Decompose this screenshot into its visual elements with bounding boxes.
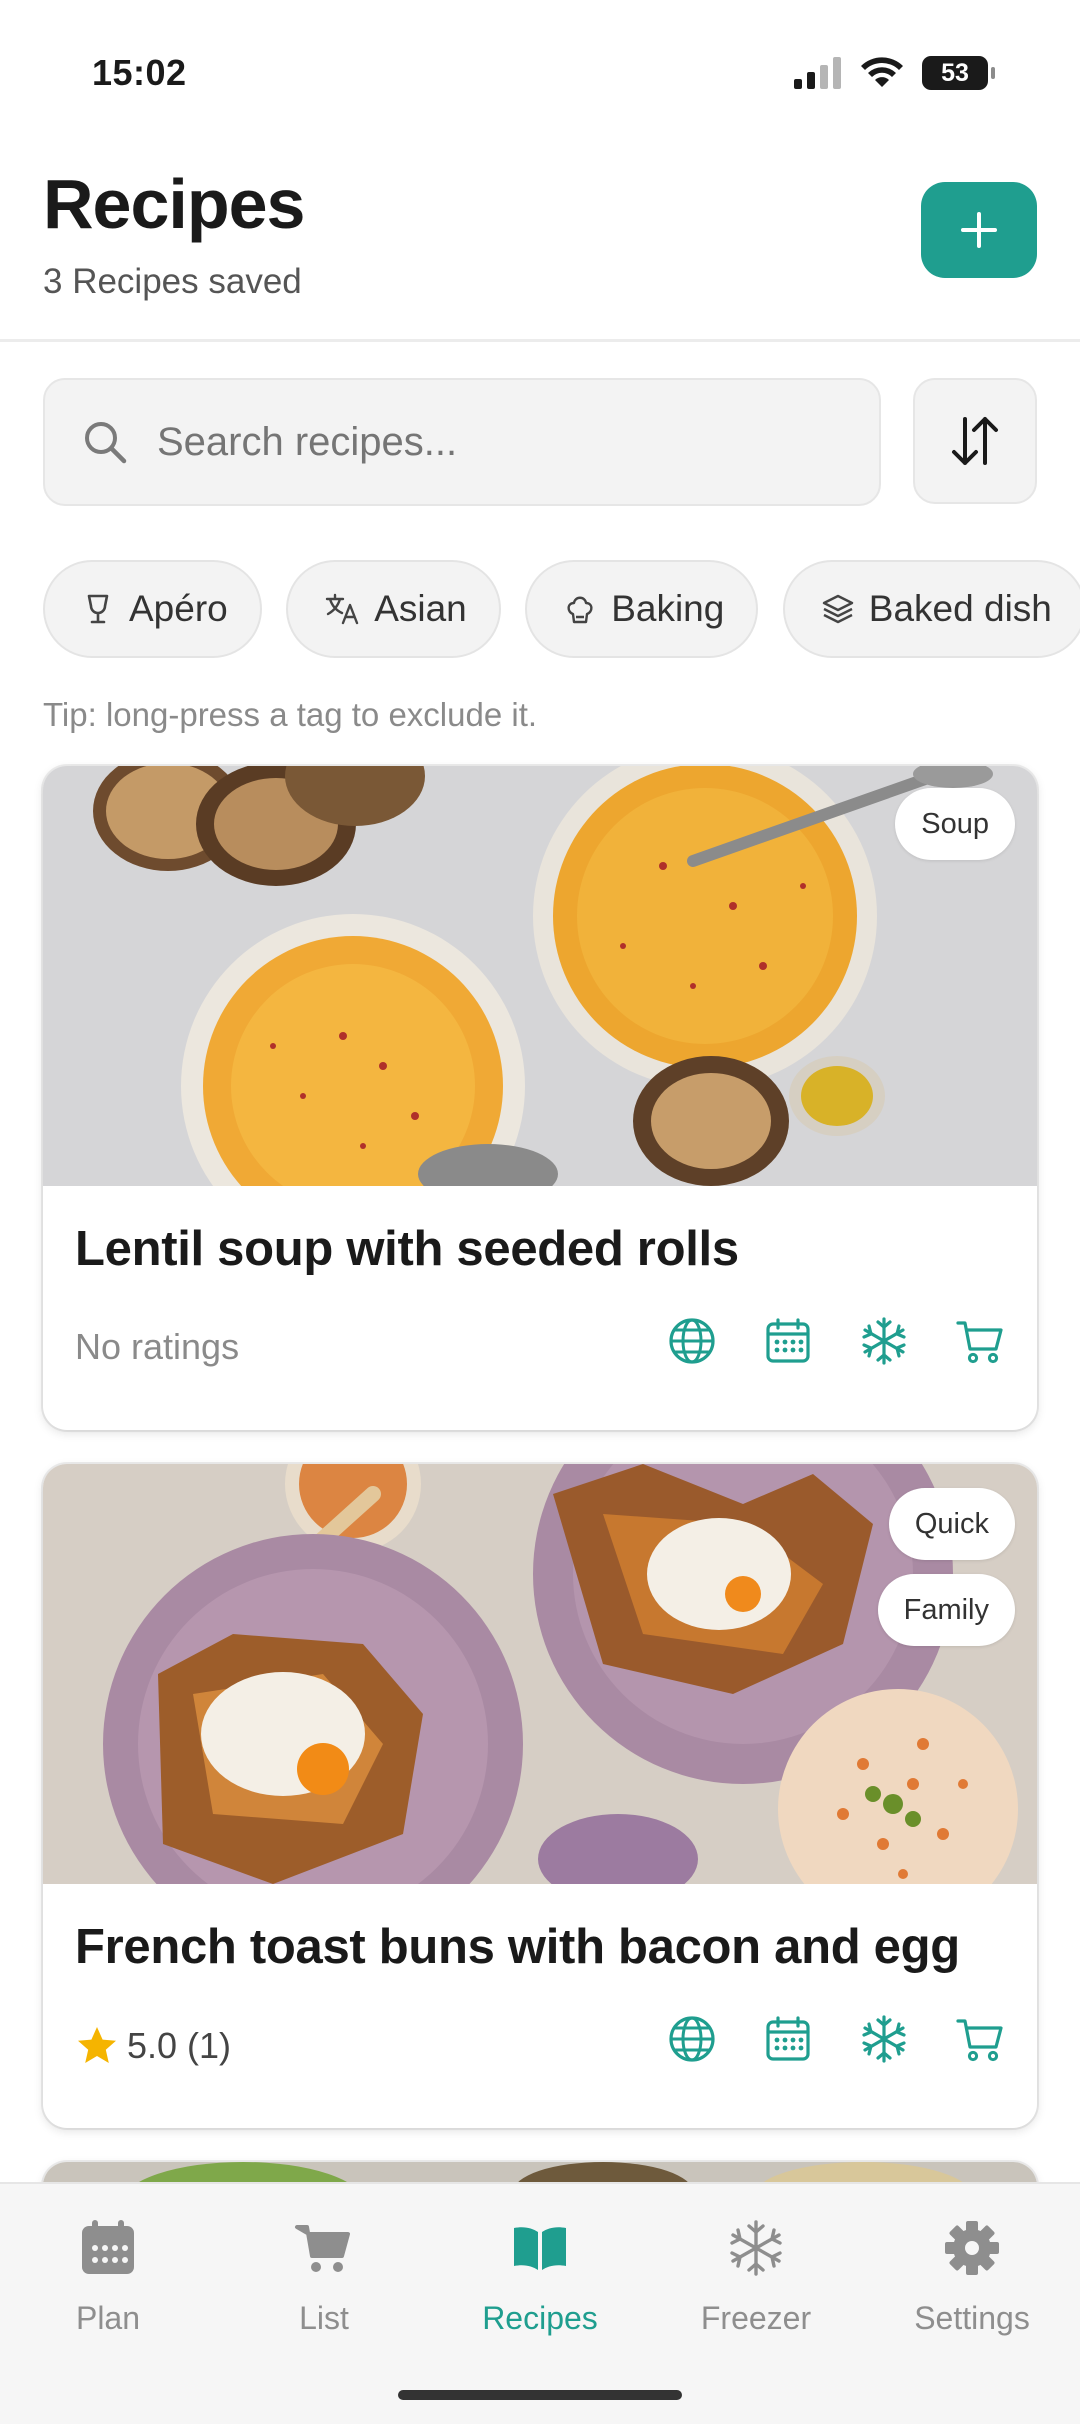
tip-text: Tip: long-press a tag to exclude it.: [43, 696, 538, 733]
calendar-icon[interactable]: [763, 2014, 813, 2064]
recipe-actions: [667, 2014, 1005, 2064]
tag-chip-baking[interactable]: Baking: [525, 560, 759, 658]
page-header: Recipes 3 Recipes saved: [0, 150, 1080, 342]
recipe-photo: Soup: [43, 766, 1037, 1186]
recipe-tag-badge: Soup: [895, 788, 1015, 860]
calendar-icon[interactable]: [763, 1316, 813, 1366]
plus-icon: [961, 212, 997, 248]
recipe-card[interactable]: Quick Family French toast buns with baco…: [43, 1464, 1037, 2128]
page-title: Recipes: [43, 165, 305, 243]
recipe-actions: [667, 1316, 1005, 1366]
nav-list[interactable]: List: [216, 2218, 432, 2337]
search-input[interactable]: [157, 419, 837, 465]
search-icon: [85, 422, 127, 464]
tag-chip-label: Apéro: [129, 588, 228, 629]
chef-hat-icon: [567, 596, 593, 624]
globe-icon[interactable]: [667, 1316, 717, 1366]
recipe-title: Lentil soup with seeded rolls: [75, 1222, 739, 1276]
recipe-tag-badge: Family: [877, 1574, 1015, 1646]
status-icons: 53: [794, 56, 995, 90]
tag-chip-label: Baking: [611, 588, 725, 629]
sort-button[interactable]: [913, 378, 1037, 504]
nav-label: Settings: [914, 2300, 1030, 2336]
sort-arrows-icon: [952, 417, 998, 465]
nav-label: Plan: [75, 2300, 141, 2336]
gear-icon: [945, 2221, 999, 2275]
rating-value: 5.0 (1): [127, 2025, 232, 2066]
tag-chip-label: Baked dish: [868, 588, 1052, 629]
book-icon: [514, 2227, 566, 2270]
nav-plan[interactable]: Plan: [0, 2218, 216, 2337]
cart-icon[interactable]: [955, 1316, 1005, 1366]
recipe-rating: No ratings: [75, 1326, 240, 1367]
nav-recipes[interactable]: Recipes: [432, 2218, 648, 2337]
recipe-count: 3 Recipes saved: [43, 262, 302, 301]
wifi-icon: [861, 57, 903, 87]
layers-icon: [822, 594, 853, 624]
snowflake-icon[interactable]: [859, 2014, 909, 2064]
tag-filter-row: Apéro Asian Baking Baked dish: [43, 560, 1080, 660]
status-bar: 15:02 53: [0, 0, 1080, 150]
cart-icon: [295, 2225, 350, 2272]
nav-label: Recipes: [482, 2300, 598, 2336]
nav-freezer[interactable]: Freezer: [648, 2218, 864, 2337]
cart-icon[interactable]: [955, 2014, 1005, 2064]
recipe-title: French toast buns with bacon and egg: [75, 1920, 960, 1974]
tag-chip-label: Asian: [374, 588, 467, 629]
tag-chip-asian[interactable]: Asian: [286, 560, 501, 658]
recipe-photo: Quick Family: [43, 1464, 1037, 1884]
signal-icon: [794, 57, 841, 89]
recipe-card[interactable]: Soup Lentil soup with seeded rolls No ra…: [43, 766, 1037, 1430]
glass-icon: [87, 594, 109, 624]
add-recipe-button[interactable]: [921, 182, 1037, 278]
nav-label: Freezer: [700, 2300, 812, 2336]
globe-icon[interactable]: [667, 2014, 717, 2064]
snowflake-icon[interactable]: [859, 1316, 909, 1366]
search-box[interactable]: [43, 378, 881, 506]
home-indicator: [398, 2390, 682, 2400]
translate-icon: [325, 593, 359, 625]
snowflake-icon: [730, 2220, 782, 2276]
status-time: 15:02: [92, 52, 187, 93]
recipe-rating: 5.0 (1): [75, 2024, 231, 2068]
tag-chip-apero[interactable]: Apéro: [43, 560, 262, 658]
bottom-navigation: Plan List Recipes Freezer Settings: [0, 2182, 1080, 2424]
recipe-tag-badge: Quick: [888, 1488, 1015, 1560]
tag-chip-baked-dish[interactable]: Baked dish: [782, 560, 1080, 658]
battery-indicator: 53: [922, 56, 995, 90]
nav-settings[interactable]: Settings: [864, 2218, 1080, 2337]
calendar-icon: [82, 2220, 134, 2274]
nav-label: List: [299, 2300, 349, 2336]
star-icon: [78, 2027, 116, 2063]
